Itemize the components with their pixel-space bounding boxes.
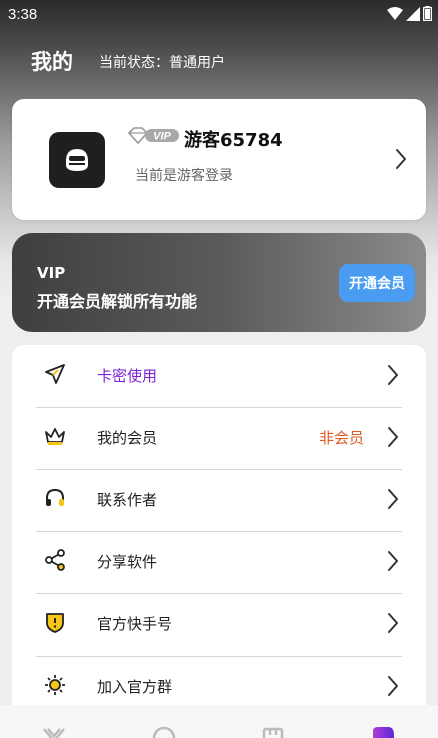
vip-description: 开通会员解锁所有功能 xyxy=(37,292,198,311)
login-status-text: 当前是游客登录 xyxy=(135,168,233,184)
signal-icon xyxy=(406,6,420,21)
menu-item[interactable]: 卡密使用 xyxy=(12,345,426,407)
chevron-right-icon xyxy=(387,675,399,701)
user-status-text: 当前状态：普通用户 xyxy=(99,55,225,71)
bottom-navigation xyxy=(0,705,438,738)
page-title: 我的 xyxy=(31,50,73,74)
wifi-icon xyxy=(387,6,403,20)
menu-item-label: 官方快手号 xyxy=(97,615,173,633)
chevron-right-icon xyxy=(387,426,399,452)
diamond-vip-icon: VIP xyxy=(127,127,179,145)
username: 游客65784 xyxy=(184,130,283,151)
menu-item[interactable]: 官方快手号 xyxy=(12,593,426,655)
menu-item[interactable]: 我的会员 非会员 xyxy=(12,407,426,469)
menu-item-label: 加入官方群 xyxy=(97,678,173,696)
shield-alert-icon xyxy=(43,610,67,634)
menu-item-label: 分享软件 xyxy=(97,553,158,571)
page-header: 我的 当前状态：普通用户 xyxy=(0,42,438,82)
chevron-right-icon[interactable] xyxy=(395,148,407,170)
battery-icon xyxy=(423,6,432,21)
menu-item[interactable]: 分享软件 xyxy=(12,531,426,593)
nav-profile-icon[interactable] xyxy=(370,725,396,738)
headphones-icon xyxy=(43,486,67,510)
share-icon xyxy=(43,548,67,572)
menu-item-label: 联系作者 xyxy=(97,491,158,509)
status-time: 3:38 xyxy=(8,6,38,23)
avatar xyxy=(49,132,105,188)
menu-item[interactable]: 联系作者 xyxy=(12,469,426,531)
status-bar: 3:38 xyxy=(0,0,438,30)
menu-item-label: 我的会员 xyxy=(97,429,158,447)
menu-list: 卡密使用我的会员 非会员联系作者分享软件官方快手号加入官方群 xyxy=(12,345,426,725)
crown-icon xyxy=(43,424,67,448)
nav-discover-icon[interactable] xyxy=(151,725,177,738)
sun-gear-icon xyxy=(43,673,67,697)
helmet-icon xyxy=(66,149,88,171)
nav-home-icon[interactable] xyxy=(42,725,66,738)
svg-text:VIP: VIP xyxy=(153,131,171,143)
status-icons xyxy=(387,6,432,21)
user-profile-card[interactable]: VIP 游客65784 当前是游客登录 xyxy=(12,99,426,220)
chevron-right-icon xyxy=(387,612,399,638)
chevron-right-icon xyxy=(387,364,399,390)
nav-apps-icon[interactable] xyxy=(262,725,284,738)
menu-item-label: 卡密使用 xyxy=(97,367,158,385)
vip-badge: VIP xyxy=(127,127,181,149)
vip-title: VIP xyxy=(37,264,66,282)
vip-promo-banner: VIP 开通会员解锁所有功能 开通会员 xyxy=(12,233,426,332)
open-membership-button[interactable]: 开通会员 xyxy=(339,264,415,302)
menu-item-value: 非会员 xyxy=(318,429,364,447)
paper-plane-icon xyxy=(43,362,67,386)
chevron-right-icon xyxy=(387,488,399,514)
chevron-right-icon xyxy=(387,550,399,576)
